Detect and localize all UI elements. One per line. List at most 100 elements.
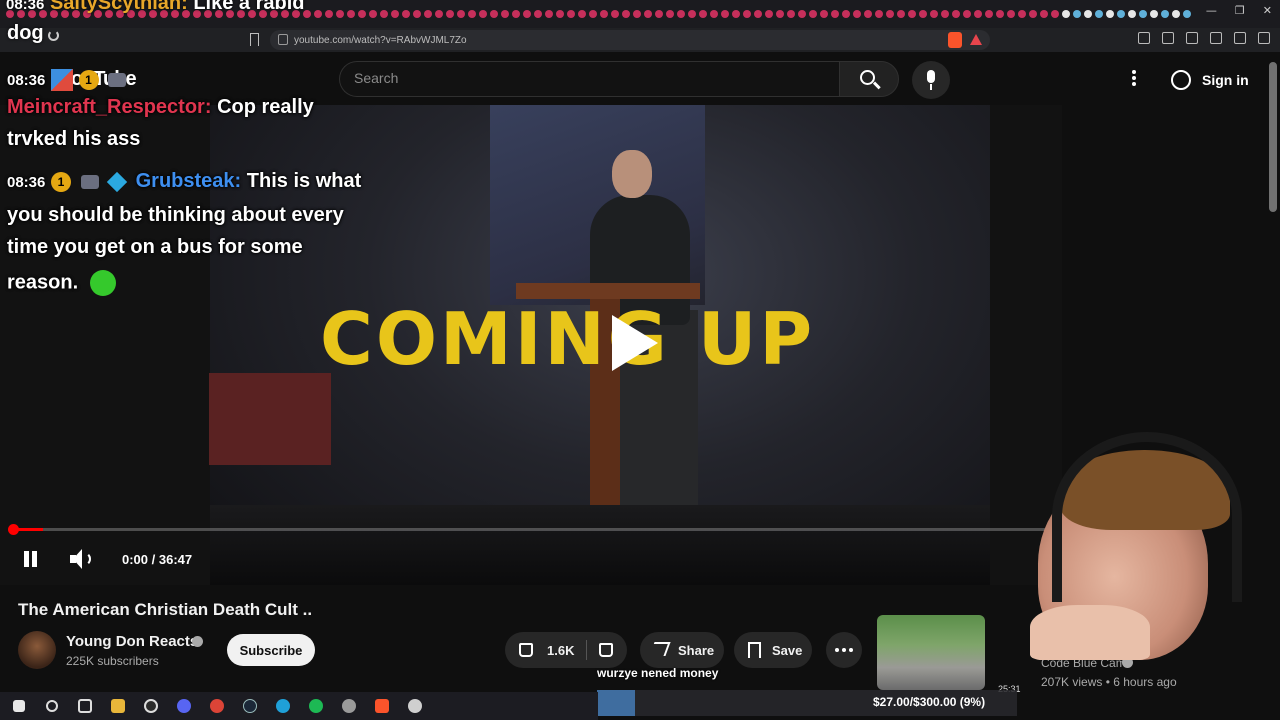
like-button[interactable]: 1.6K [505, 632, 585, 668]
browser-tab[interactable] [1051, 10, 1059, 18]
browser-tab[interactable] [589, 10, 597, 18]
brave-rewards-icon[interactable] [970, 34, 982, 45]
browser-tab[interactable] [1183, 10, 1191, 18]
app-icon[interactable] [338, 697, 360, 715]
menu-icon[interactable] [1258, 32, 1270, 44]
browser-tab[interactable] [743, 10, 751, 18]
browser-tab[interactable] [413, 10, 421, 18]
app-icon[interactable] [404, 697, 426, 715]
browser-tab[interactable] [446, 10, 454, 18]
browser-tab[interactable] [512, 10, 520, 18]
browser-tab[interactable] [1117, 10, 1125, 18]
browser-tab[interactable] [732, 10, 740, 18]
voice-search-button[interactable] [912, 61, 950, 99]
play-icon[interactable] [612, 315, 664, 375]
extensions-icon[interactable] [1138, 32, 1150, 44]
browser-tab[interactable] [776, 10, 784, 18]
browser-tab[interactable] [721, 10, 729, 18]
wallet-icon[interactable] [1210, 32, 1222, 44]
site-info-icon[interactable] [278, 34, 288, 45]
browser-tab[interactable] [699, 10, 707, 18]
progress-scrubber[interactable] [8, 524, 19, 535]
browser-tab[interactable] [534, 10, 542, 18]
vpn-icon[interactable] [1234, 32, 1246, 44]
browser-tab[interactable] [347, 10, 355, 18]
browser-tab[interactable] [545, 10, 553, 18]
browser-tab[interactable] [963, 10, 971, 18]
browser-tab[interactable] [864, 10, 872, 18]
page-scrollbar[interactable] [1266, 52, 1280, 692]
browser-tab[interactable] [985, 10, 993, 18]
browser-tab[interactable] [457, 10, 465, 18]
scrollbar-thumb[interactable] [1269, 62, 1277, 212]
save-button[interactable]: Save [734, 632, 812, 668]
obs-icon[interactable] [140, 697, 162, 715]
browser-tab[interactable] [754, 10, 762, 18]
browser-tab[interactable] [842, 10, 850, 18]
browser-tab[interactable] [886, 10, 894, 18]
browser-tab[interactable] [622, 10, 630, 18]
dislike-button[interactable] [587, 632, 627, 668]
volume-icon[interactable] [70, 549, 94, 569]
steam-icon[interactable] [239, 697, 261, 715]
browser-tab[interactable] [435, 10, 443, 18]
file-explorer-icon[interactable] [107, 697, 129, 715]
search-button[interactable] [839, 61, 899, 97]
minimize-button[interactable]: — [1206, 4, 1217, 17]
browser-tab[interactable] [941, 10, 949, 18]
browser-tab[interactable] [523, 10, 531, 18]
browser-tab[interactable] [1062, 10, 1070, 18]
chrome-icon[interactable] [206, 697, 228, 715]
browser-tab[interactable] [314, 10, 322, 18]
browser-tab[interactable] [501, 10, 509, 18]
browser-tab[interactable] [798, 10, 806, 18]
url-field[interactable]: youtube.com/watch?v=RAbvWJML7Zo [270, 30, 990, 50]
maximize-button[interactable]: ❐ [1235, 4, 1245, 17]
recommended-video-thumbnail[interactable] [877, 615, 985, 690]
browser-tab[interactable] [358, 10, 366, 18]
brave-icon[interactable] [371, 697, 393, 715]
browser-tab[interactable] [974, 10, 982, 18]
channel-avatar[interactable] [18, 631, 56, 669]
progress-bar[interactable] [12, 528, 1052, 531]
browser-tab[interactable] [611, 10, 619, 18]
search-icon[interactable] [41, 697, 63, 715]
browser-tab[interactable] [831, 10, 839, 18]
browser-tab[interactable] [1150, 10, 1158, 18]
browser-tab[interactable] [479, 10, 487, 18]
browser-tab[interactable] [468, 10, 476, 18]
sidebar-icon[interactable] [1186, 32, 1198, 44]
browser-tab[interactable] [1172, 10, 1180, 18]
browser-tab[interactable] [600, 10, 608, 18]
subscribe-button[interactable]: Subscribe [227, 634, 315, 666]
browser-tab[interactable] [875, 10, 883, 18]
spotify-icon[interactable] [305, 697, 327, 715]
browser-tab[interactable] [677, 10, 685, 18]
settings-menu-button[interactable] [1124, 70, 1144, 90]
browser-tab[interactable] [369, 10, 377, 18]
browser-tab[interactable] [765, 10, 773, 18]
browser-tab[interactable] [952, 10, 960, 18]
browser-tab[interactable] [809, 10, 817, 18]
browser-tab[interactable] [1139, 10, 1147, 18]
media-icon[interactable] [1162, 32, 1174, 44]
start-icon[interactable] [8, 697, 30, 715]
more-actions-button[interactable] [826, 632, 862, 668]
close-button[interactable]: ✕ [1263, 4, 1272, 17]
browser-tab[interactable] [380, 10, 388, 18]
brave-shields-icon[interactable] [948, 32, 962, 48]
browser-tab[interactable] [424, 10, 432, 18]
browser-tab[interactable] [490, 10, 498, 18]
browser-tab[interactable] [655, 10, 663, 18]
browser-tab[interactable] [1007, 10, 1015, 18]
browser-tab[interactable] [578, 10, 586, 18]
edge-icon[interactable] [272, 697, 294, 715]
pause-button[interactable] [24, 551, 40, 567]
browser-tab[interactable] [820, 10, 828, 18]
browser-tab[interactable] [1040, 10, 1048, 18]
browser-tab[interactable] [402, 10, 410, 18]
browser-tab[interactable] [1018, 10, 1026, 18]
bookmark-icon[interactable] [250, 33, 259, 46]
browser-tab[interactable] [1106, 10, 1114, 18]
reload-icon[interactable] [48, 30, 59, 41]
